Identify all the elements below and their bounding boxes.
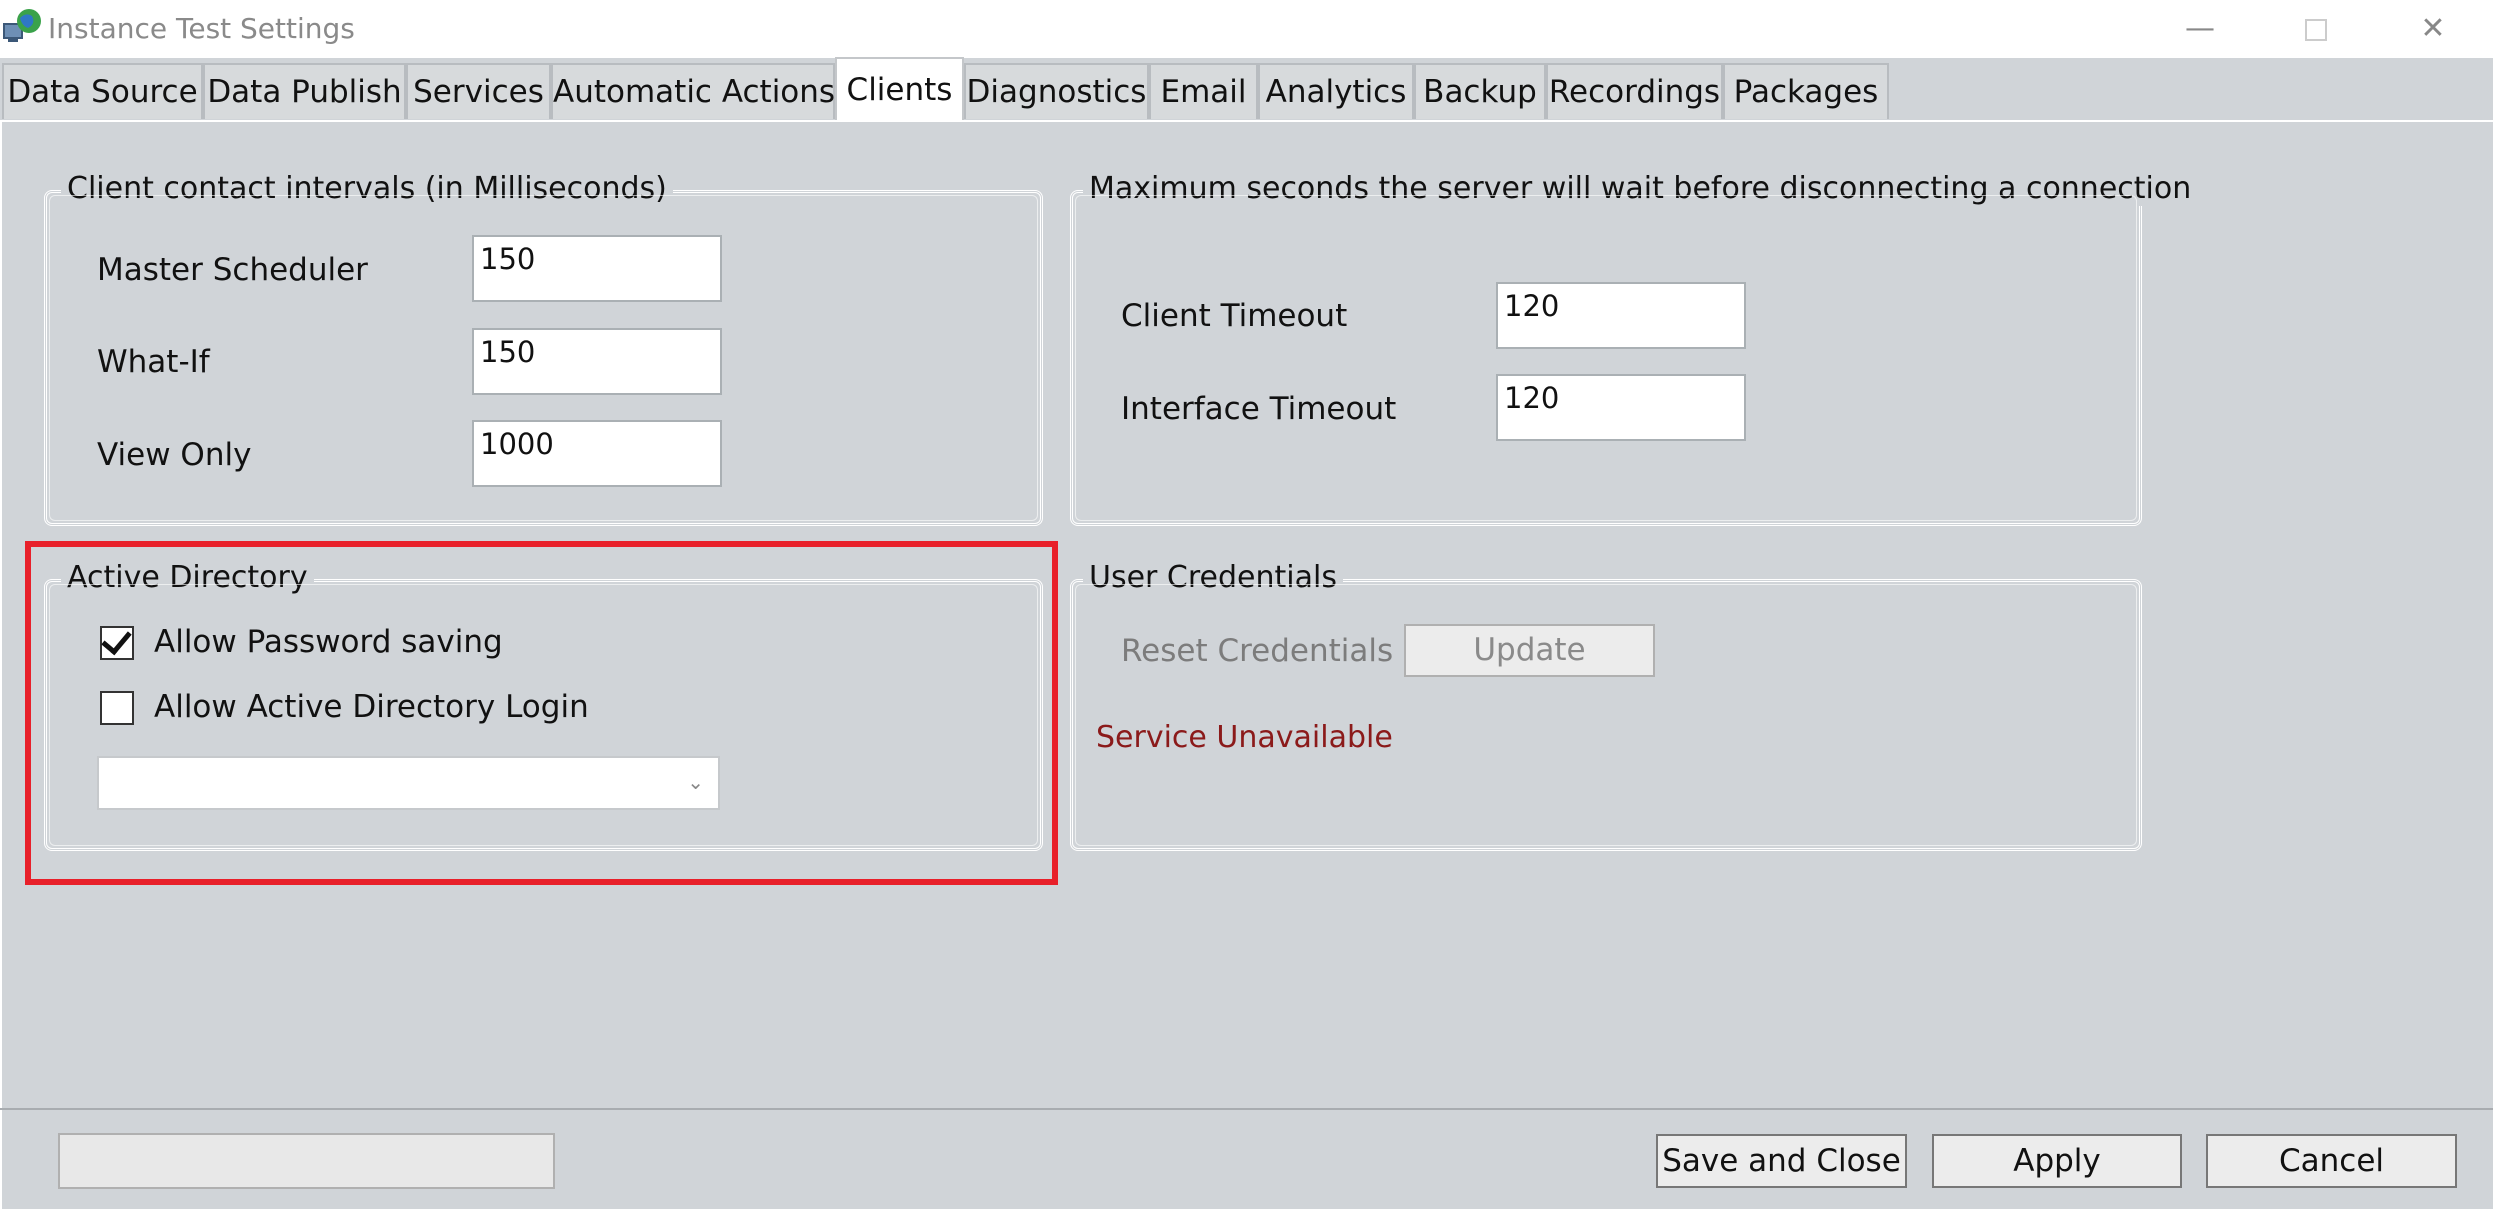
tab-strip: Data Source Data Publish Services Automa… <box>0 57 2493 122</box>
tab-divider <box>0 120 2493 122</box>
window-title: Instance Test Settings <box>48 12 355 45</box>
minimize-button[interactable]: — <box>2170 8 2230 50</box>
tab-automatic-actions[interactable]: Automatic Actions <box>551 63 835 119</box>
maximize-button[interactable] <box>2286 8 2346 50</box>
update-button[interactable]: Update <box>1404 624 1655 677</box>
client-timeout-label: Client Timeout <box>1121 298 1348 334</box>
title-bar: Instance Test Settings — ✕ <box>0 0 2493 58</box>
timeouts-group: Maximum seconds the server will wait bef… <box>1070 171 2198 526</box>
user-credentials-legend: User Credentials <box>1083 560 1343 595</box>
tab-data-publish[interactable]: Data Publish <box>203 63 406 119</box>
cancel-button[interactable]: Cancel <box>2206 1134 2457 1188</box>
interface-timeout-label: Interface Timeout <box>1121 391 1397 427</box>
chevron-down-icon: ⌄ <box>687 770 704 794</box>
tab-analytics[interactable]: Analytics <box>1258 63 1414 119</box>
status-field <box>58 1133 555 1189</box>
interface-timeout-input[interactable]: 120 <box>1496 374 1746 441</box>
view-only-input[interactable]: 1000 <box>472 420 722 487</box>
what-if-input[interactable]: 150 <box>472 328 722 395</box>
allow-ad-login-label[interactable]: Allow Active Directory Login <box>154 689 589 725</box>
tab-services[interactable]: Services <box>406 63 551 119</box>
view-only-label: View Only <box>97 437 252 473</box>
allow-password-saving-checkbox[interactable] <box>100 623 134 660</box>
tab-data-source[interactable]: Data Source <box>2 63 203 119</box>
footer-separator <box>0 1108 2493 1110</box>
tab-diagnostics[interactable]: Diagnostics <box>964 63 1149 119</box>
allow-ad-login-checkbox[interactable] <box>100 691 134 725</box>
tab-email[interactable]: Email <box>1149 63 1258 119</box>
panel-edge <box>0 122 2 1209</box>
app-globe-icon <box>3 9 41 42</box>
client-intervals-legend: Client contact intervals (in Millisecond… <box>61 171 673 206</box>
close-button[interactable]: ✕ <box>2403 8 2463 50</box>
reset-credentials-label: Reset Credentials <box>1121 633 1394 669</box>
user-credentials-group: User Credentials <box>1070 560 2142 851</box>
master-scheduler-label: Master Scheduler <box>97 252 368 288</box>
master-scheduler-input[interactable]: 150 <box>472 235 722 302</box>
apply-button[interactable]: Apply <box>1932 1134 2182 1188</box>
timeouts-legend: Maximum seconds the server will wait bef… <box>1083 171 2198 206</box>
tab-packages[interactable]: Packages <box>1723 63 1889 119</box>
tab-backup[interactable]: Backup <box>1414 63 1546 119</box>
what-if-label: What-If <box>97 344 210 380</box>
save-and-close-button[interactable]: Save and Close <box>1656 1134 1907 1188</box>
maximize-icon <box>2305 18 2327 41</box>
tab-clients[interactable]: Clients <box>835 57 964 120</box>
allow-password-saving-label[interactable]: Allow Password saving <box>154 624 503 660</box>
checkmark-icon <box>101 623 132 656</box>
active-directory-legend: Active Directory <box>61 560 314 595</box>
tab-recordings[interactable]: Recordings <box>1546 63 1723 119</box>
credentials-status: Service Unavailable <box>1096 720 1393 755</box>
client-timeout-input[interactable]: 120 <box>1496 282 1746 349</box>
domain-select[interactable]: ⌄ <box>97 756 720 810</box>
